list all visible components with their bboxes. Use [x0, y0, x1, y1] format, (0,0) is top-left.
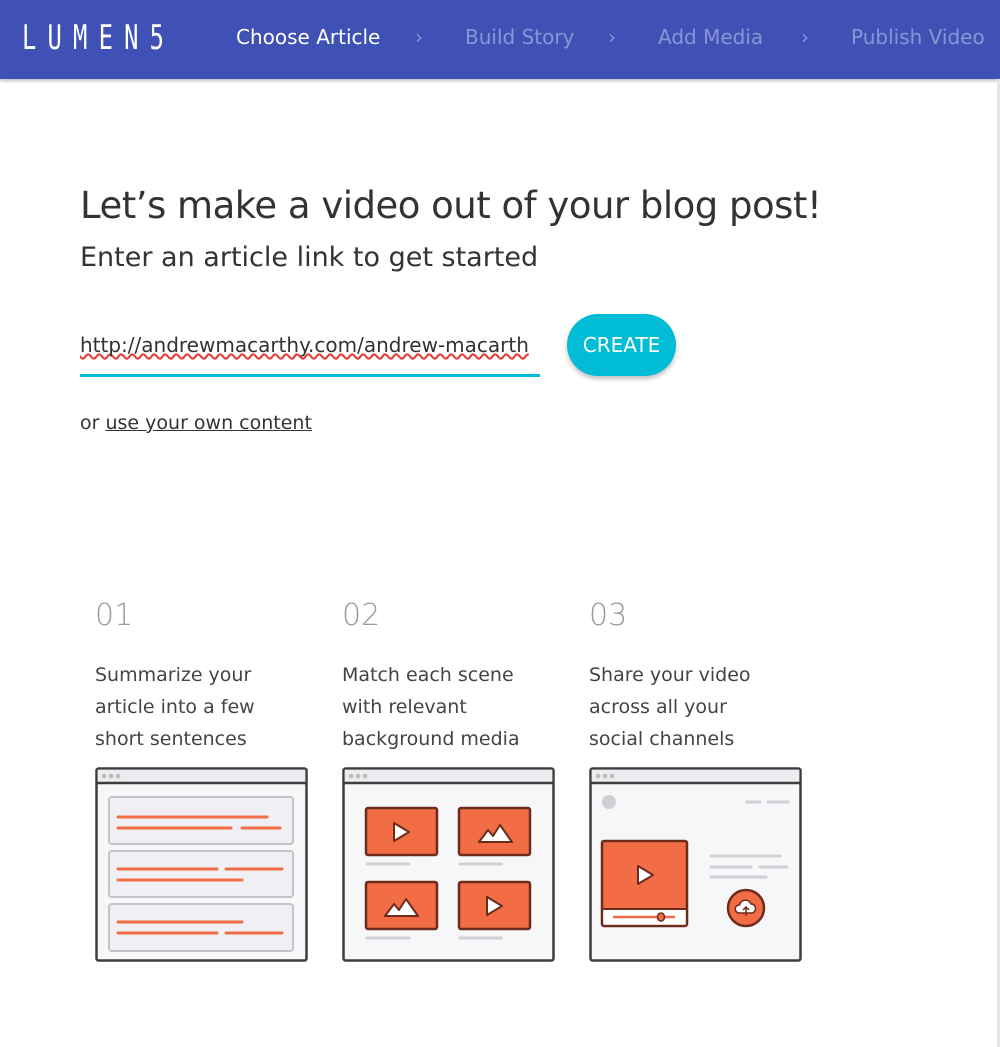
chevron-right-icon: › [608, 25, 616, 49]
avatar-placeholder [602, 795, 616, 809]
lumen5-logo[interactable]: LUMEN5 [22, 18, 175, 58]
step-number: 03 [589, 598, 628, 633]
nav-step-publish-video[interactable]: Publish Video [851, 25, 985, 49]
step-description: Share your video across all your social … [589, 664, 751, 750]
alt-content-row: or use your own content [80, 412, 312, 434]
alt-prefix: or [80, 412, 100, 434]
step-description: Match each scene with relevant backgroun… [342, 664, 520, 750]
media-grid-illustration [342, 767, 555, 962]
share-video-illustration [589, 767, 802, 962]
nav-step-choose-article[interactable]: Choose Article [236, 25, 380, 49]
chevron-right-icon: › [415, 25, 423, 49]
step-number: 01 [95, 598, 134, 633]
top-nav: LUMEN5 Choose Article › Build Story › Ad… [0, 0, 1000, 79]
chevron-right-icon: › [801, 25, 809, 49]
step-description: Summarize your article into a few short … [95, 664, 255, 750]
nav-step-build-story[interactable]: Build Story [465, 25, 574, 49]
page-title: Let’s make a video out of your blog post… [80, 184, 822, 227]
article-url-input[interactable]: http://andrewmacarthy.com/andrew-macarth [80, 330, 540, 377]
nav-step-add-media[interactable]: Add Media [658, 25, 763, 49]
slider-knob [656, 912, 666, 922]
text-summary-illustration [95, 767, 308, 962]
step-number: 02 [342, 598, 381, 633]
use-own-content-link[interactable]: use your own content [105, 412, 311, 434]
page-subtitle: Enter an article link to get started [80, 242, 539, 273]
article-url-value: http://andrewmacarthy.com/andrew-macarth [80, 333, 529, 357]
create-button[interactable]: CREATE [567, 314, 676, 376]
